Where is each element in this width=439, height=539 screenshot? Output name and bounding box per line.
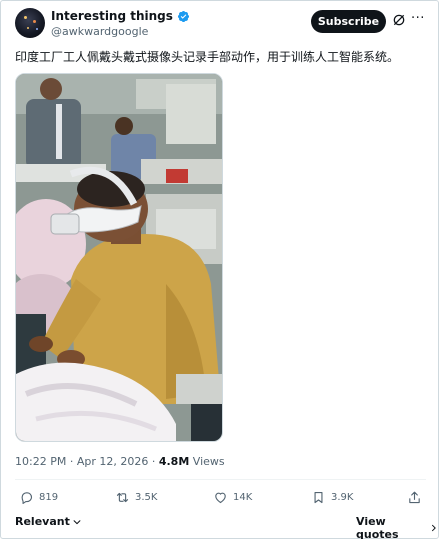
post-meta: 10:22 PM · Apr 12, 2026 · 4.8M Views [15, 455, 225, 468]
chevron-down-icon [73, 519, 81, 524]
author-handle[interactable]: @awkwardgoogle [51, 25, 148, 38]
reply-button[interactable]: 819 [19, 490, 58, 505]
views-count: 4.8M [158, 455, 190, 468]
like-count: 14K [233, 492, 253, 503]
divider [15, 479, 426, 480]
share-icon[interactable] [407, 490, 422, 505]
repost-count: 3.5K [135, 492, 158, 503]
post-video[interactable] [15, 73, 223, 442]
bookmark-button[interactable]: 3.9K [311, 490, 353, 505]
post-card: Interesting things @awkwardgoogle Subscr… [0, 0, 439, 539]
meta-separator: · [69, 455, 74, 468]
reply-icon [21, 492, 33, 504]
relevant-sort-dropdown[interactable]: Relevant [15, 515, 82, 528]
author-name-row[interactable]: Interesting things [51, 9, 190, 23]
bookmark-icon [314, 491, 323, 504]
view-quotes-link[interactable]: View quotes [356, 515, 438, 539]
like-button[interactable]: 14K [213, 490, 252, 505]
view-quotes-label: View quotes [356, 515, 399, 539]
post-date[interactable]: Apr 12, 2026 [77, 455, 149, 468]
relevant-label: Relevant [15, 515, 70, 528]
subscribe-button[interactable]: Subscribe [311, 10, 386, 33]
meta-separator-2: · [151, 455, 156, 468]
avatar[interactable] [15, 8, 45, 38]
views-label: Views [192, 455, 225, 468]
chevron-right-icon [431, 524, 436, 532]
grok-icon[interactable] [392, 13, 406, 27]
author-display-name[interactable]: Interesting things [51, 9, 173, 23]
reply-count: 819 [39, 492, 59, 503]
more-icon[interactable]: ··· [411, 12, 427, 28]
post-text: 印度工厂工人佩戴头戴式摄像头记录手部动作，用于训练人工智能系统。 [15, 50, 400, 64]
verified-badge-icon [177, 10, 189, 22]
repost-icon [116, 492, 129, 503]
post-time[interactable]: 10:22 PM [15, 455, 66, 468]
repost-button[interactable]: 3.5K [115, 490, 157, 505]
heart-icon [215, 492, 226, 504]
bookmark-count: 3.9K [331, 492, 354, 503]
video-frame-illustration [16, 74, 222, 441]
